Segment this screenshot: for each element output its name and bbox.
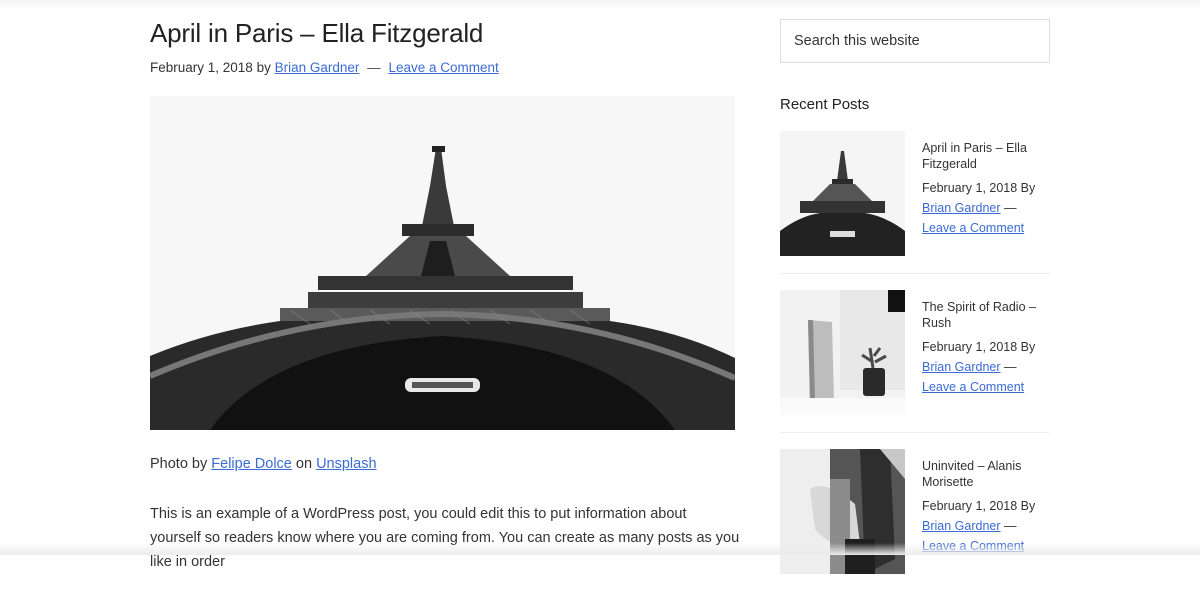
recent-post-item: The Spirit of Radio – Rush February 1, 2… [780, 290, 1050, 440]
meta-separator: — [1004, 360, 1017, 374]
recent-post-date: February 1, 2018 By [922, 181, 1036, 195]
recent-post-title[interactable]: The Spirit of Radio – Rush [922, 299, 1050, 331]
recent-post-title[interactable]: April in Paris – Ella Fitzgerald [922, 140, 1050, 172]
recent-posts-heading: Recent Posts [780, 96, 870, 113]
recent-post-author-link[interactable]: Brian Gardner [922, 201, 1001, 215]
divider [780, 432, 1050, 433]
recent-post-date: February 1, 2018 By [922, 499, 1036, 513]
top-shadow [0, 0, 1200, 10]
photo-credit: Photo by Felipe Dolce on Unsplash [150, 456, 377, 472]
meta-separator: — [1004, 201, 1017, 215]
post-by: by [256, 60, 271, 75]
eiffel-thumb-image [780, 131, 905, 256]
author-link[interactable]: Brian Gardner [275, 60, 360, 75]
unsplash-link[interactable]: Unsplash [316, 456, 376, 472]
post-thumbnail-guitarist[interactable] [780, 449, 905, 574]
post-thumbnail-eiffel[interactable] [780, 131, 905, 256]
credit-on: on [295, 456, 313, 472]
post-date: February 1, 2018 [150, 60, 253, 75]
bottom-shadow [0, 543, 1200, 555]
recent-post-item: Uninvited – Alanis Morisette February 1,… [780, 449, 1050, 599]
recent-post-comment-link[interactable]: Leave a Comment [922, 221, 1024, 235]
recent-post-title[interactable]: Uninvited – Alanis Morisette [922, 458, 1050, 490]
search-box[interactable] [780, 19, 1050, 63]
featured-image [150, 96, 735, 430]
recent-post-date: February 1, 2018 By [922, 340, 1036, 354]
search-input[interactable] [781, 20, 1049, 62]
post-title: April in Paris – Ella Fitzgerald [150, 18, 484, 48]
guitarist-thumb-image [780, 449, 905, 574]
eiffel-tower-image [150, 96, 735, 430]
recent-post-item: April in Paris – Ella Fitzgerald Februar… [780, 131, 1050, 281]
post-body: This is an example of a WordPress post, … [150, 506, 740, 570]
speaker-thumb-image [780, 290, 905, 415]
comment-link[interactable]: Leave a Comment [388, 60, 498, 75]
meta-separator: — [1004, 519, 1017, 533]
post-thumbnail-speaker[interactable] [780, 290, 905, 415]
recent-post-author-link[interactable]: Brian Gardner [922, 360, 1001, 374]
recent-post-author-link[interactable]: Brian Gardner [922, 519, 1001, 533]
recent-post-comment-link[interactable]: Leave a Comment [922, 380, 1024, 394]
meta-separator: — [367, 60, 381, 75]
divider [780, 273, 1050, 274]
credit-prefix: Photo by [150, 456, 208, 472]
photographer-link[interactable]: Felipe Dolce [211, 456, 292, 472]
post-meta: February 1, 2018 by Brian Gardner — Leav… [150, 60, 499, 75]
